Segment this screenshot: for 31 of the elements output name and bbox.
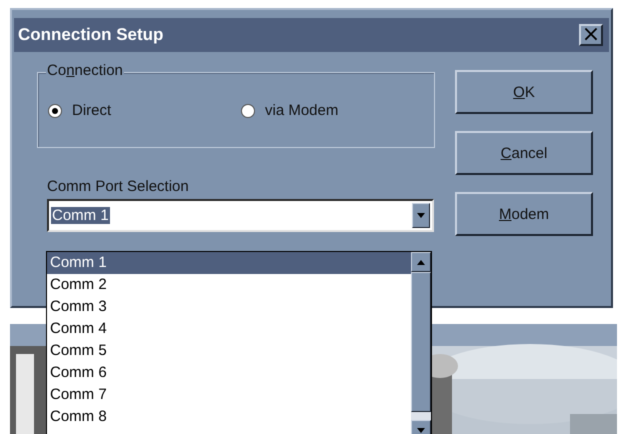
list-item[interactable]: Comm 2 — [47, 274, 411, 296]
list-item[interactable]: Comm 1 — [47, 252, 411, 274]
radio-option[interactable]: Direct — [48, 102, 241, 119]
dialog-button[interactable]: Cancel — [455, 131, 593, 175]
radio-label: via Modem — [265, 102, 338, 119]
list-item[interactable]: Comm 3 — [47, 296, 411, 318]
close-button[interactable]: × — [579, 24, 603, 46]
combo-box[interactable]: Comm 1 — [47, 199, 434, 232]
dialog-button[interactable]: OK — [455, 70, 593, 114]
list-item[interactable]: Comm 7 — [47, 384, 411, 406]
scroll-thumb[interactable] — [411, 272, 431, 412]
field-label: Comm Port Selection — [47, 178, 190, 195]
dropdown-button[interactable] — [412, 203, 430, 228]
combo-value: Comm 1 — [51, 207, 110, 224]
scroll-up-button[interactable] — [411, 252, 431, 272]
radio-icon[interactable] — [241, 104, 255, 118]
caret-icon — [417, 213, 425, 218]
group-label: Connection — [46, 62, 124, 79]
list-item[interactable]: Comm 5 — [47, 340, 411, 362]
list-item[interactable]: Comm 4 — [47, 318, 411, 340]
radio-icon[interactable] — [48, 104, 62, 118]
up-arrow-icon — [417, 260, 425, 264]
scroll-down-button[interactable] — [411, 420, 431, 434]
radio-option[interactable]: via Modem — [241, 102, 434, 119]
dialog-button[interactable]: Modem — [455, 192, 593, 236]
list-item[interactable]: Comm 8 — [47, 406, 411, 428]
down-arrow-icon — [417, 428, 425, 432]
window-title: Connection Setup — [18, 25, 164, 45]
scrollbar[interactable] — [411, 252, 431, 434]
radio-label: Direct — [72, 102, 112, 119]
list-item[interactable]: Comm 6 — [47, 362, 411, 384]
